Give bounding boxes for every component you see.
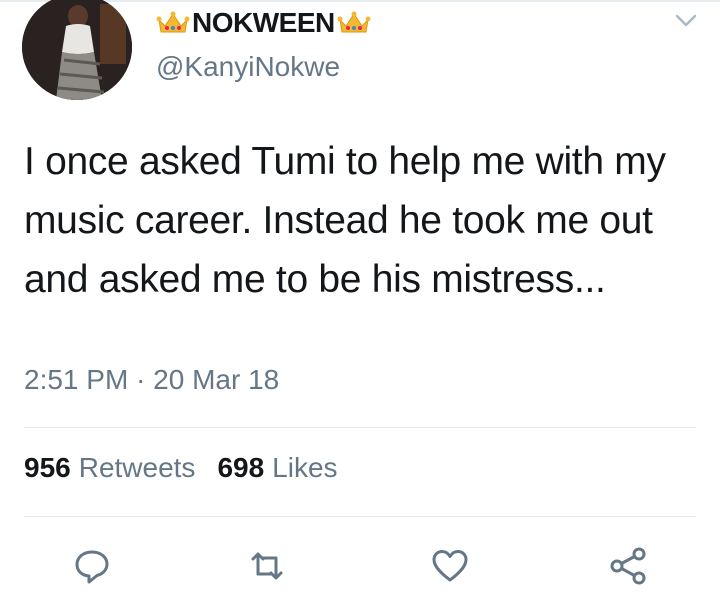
like-button[interactable]: [428, 544, 472, 588]
retweets-label: Retweets: [78, 452, 196, 483]
crown-icon: [156, 11, 190, 33]
author-name-row[interactable]: NOKWEEN: [156, 7, 371, 39]
crown-icon: [337, 11, 371, 33]
retweets-stat[interactable]: 956 Retweets: [24, 452, 195, 484]
share-button[interactable]: [606, 544, 650, 588]
divider: [24, 427, 696, 428]
likes-count: 698: [217, 452, 265, 483]
share-icon: [610, 547, 646, 585]
tweet-text: I once asked Tumi to help me with my mus…: [24, 140, 666, 301]
avatar[interactable]: [22, 0, 132, 100]
reply-button[interactable]: [70, 544, 114, 588]
top-divider: [0, 0, 720, 2]
tweet-detail: NOKWEEN @KanyiNokwe I once asked Tumi to…: [0, 0, 720, 612]
likes-label: Likes: [272, 452, 338, 483]
display-name[interactable]: NOKWEEN: [192, 7, 335, 39]
tweet-date: 20 Mar 18: [153, 364, 280, 395]
avatar-photo: [22, 0, 132, 100]
reply-icon: [75, 550, 109, 584]
heart-icon: [432, 550, 468, 582]
tweet-time: 2:51 PM: [24, 364, 129, 395]
tweet-stats: 956 Retweets 698 Likes: [24, 452, 338, 484]
tweet-timestamp[interactable]: 2:51 PM · 20 Mar 18: [24, 364, 279, 396]
retweets-count: 956: [24, 452, 71, 483]
likes-stat[interactable]: 698 Likes: [217, 452, 337, 484]
divider: [24, 516, 696, 517]
retweet-icon: [251, 552, 283, 580]
author-handle[interactable]: @KanyiNokwe: [156, 51, 340, 83]
retweet-button[interactable]: [245, 544, 289, 588]
chevron-down-icon[interactable]: [674, 12, 698, 30]
timestamp-separator: ·: [136, 364, 146, 395]
